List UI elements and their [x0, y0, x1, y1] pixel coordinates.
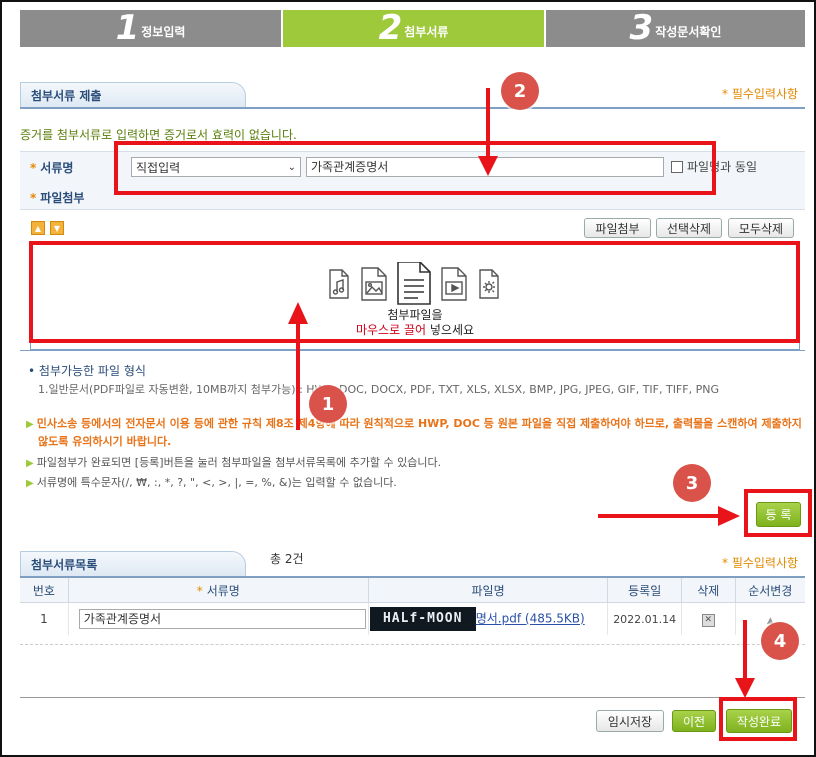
arrow-1-head	[288, 302, 308, 324]
callout-3: 3	[673, 464, 711, 502]
callout-4: 4	[761, 622, 799, 660]
arrow-3-head	[718, 506, 740, 526]
callout-1: 1	[309, 385, 347, 423]
arrow-2-head	[478, 156, 498, 176]
arrow-4-head	[735, 678, 755, 698]
annotation-arrows	[288, 88, 755, 698]
callout-2: 2	[501, 72, 539, 110]
